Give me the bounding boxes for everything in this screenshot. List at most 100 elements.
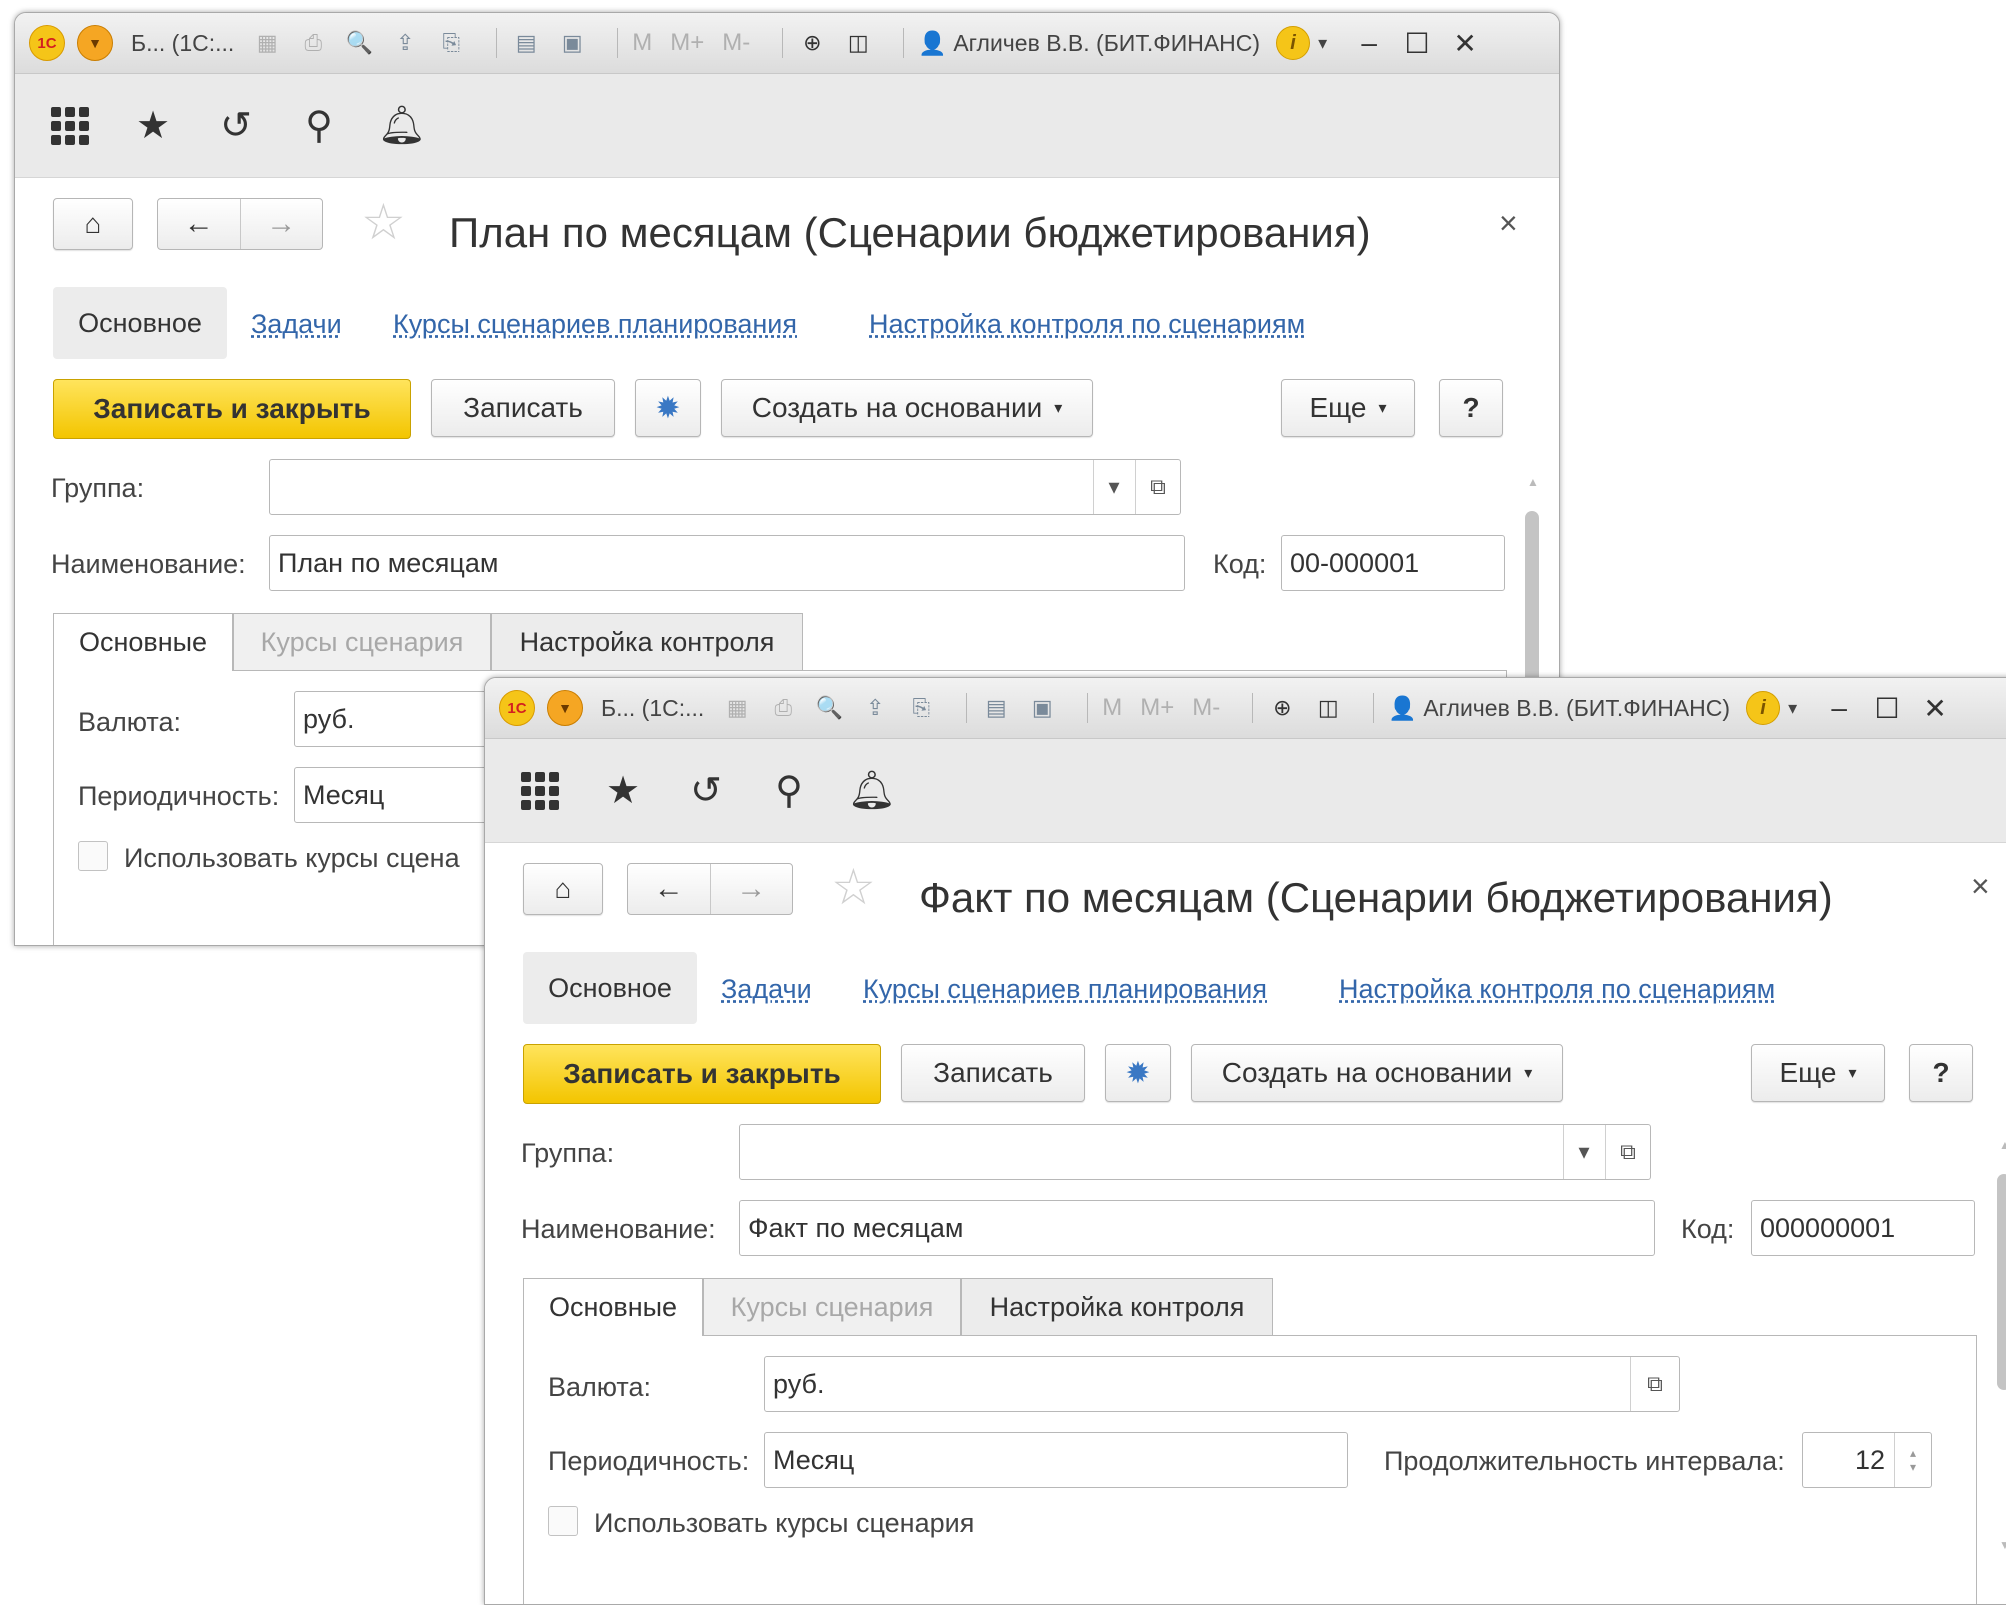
memory-mplus-button[interactable]: M+ [670, 29, 704, 57]
memory-mplus-button[interactable]: M+ [1140, 694, 1174, 722]
print-preview-icon[interactable]: 🔍 [344, 28, 374, 58]
search-icon[interactable]: ⚲ [764, 766, 814, 816]
favorite-star-icon[interactable]: ☆ [361, 193, 406, 251]
print-preview-icon[interactable]: 🔍 [814, 693, 844, 723]
save-button[interactable]: Записать [431, 379, 615, 437]
1c-logo-icon[interactable]: 1С [29, 25, 65, 61]
section-rates-link[interactable]: Курсы сценариев планирования [393, 309, 797, 340]
main-menu-icon[interactable]: ▼ [547, 690, 583, 726]
code-field[interactable]: 000000001 [1751, 1200, 1975, 1256]
section-control-link[interactable]: Настройка контроля по сценариям [1339, 974, 1775, 1005]
zoom-icon[interactable]: ⊕ [797, 28, 827, 58]
main-menu-icon[interactable]: ▼ [77, 25, 113, 61]
apps-grid-icon[interactable] [515, 766, 565, 816]
tab-main[interactable]: Основные [53, 613, 233, 671]
save-button[interactable]: Записать [901, 1044, 1085, 1102]
use-rates-checkbox[interactable] [548, 1506, 578, 1536]
favorites-star-icon[interactable]: ★ [598, 766, 648, 816]
scroll-down-icon[interactable]: ▼ [1999, 1538, 2006, 1552]
group-field[interactable]: ▾ ⧉ [739, 1124, 1651, 1180]
scan-icon[interactable]: ⎘ [436, 28, 466, 58]
more-button[interactable]: Еще ▾ [1751, 1044, 1885, 1102]
save-and-close-button[interactable]: Записать и закрыть [523, 1044, 881, 1104]
tab-control-settings[interactable]: Настройка контроля [491, 613, 803, 671]
save-and-close-button[interactable]: Записать и закрыть [53, 379, 411, 439]
close-window-icon[interactable]: ✕ [1451, 27, 1479, 60]
info-icon[interactable]: i [1746, 691, 1781, 725]
info-dropdown-icon[interactable]: ▾ [1318, 33, 1327, 54]
maximize-icon[interactable]: ☐ [1873, 692, 1901, 725]
minimize-icon[interactable]: – [1825, 692, 1853, 724]
forward-icon[interactable]: → [709, 864, 793, 914]
section-tasks-link[interactable]: Задачи [721, 974, 812, 1005]
back-icon[interactable]: ← [628, 864, 710, 914]
name-field[interactable]: Факт по месяцам [739, 1200, 1655, 1256]
back-icon[interactable]: ← [158, 199, 240, 249]
calculator-icon[interactable]: ▤ [511, 28, 541, 58]
interval-duration-field[interactable]: 12 ▴ ▾ [1802, 1432, 1932, 1488]
1c-logo-icon[interactable]: 1С [499, 690, 535, 726]
spin-up-icon[interactable]: ▴ [1910, 1446, 1916, 1460]
more-button[interactable]: Еще ▾ [1281, 379, 1415, 437]
save-disk-icon[interactable]: ▦ [252, 28, 282, 58]
section-rates-link[interactable]: Курсы сценариев планирования [863, 974, 1267, 1005]
save-disk-icon[interactable]: ▦ [722, 693, 752, 723]
name-field[interactable]: План по месяцам [269, 535, 1185, 591]
close-form-icon[interactable]: × [1971, 868, 1990, 905]
history-icon[interactable]: ↺ [681, 766, 731, 816]
calendar-icon[interactable]: ▣ [1027, 693, 1057, 723]
hint-button[interactable]: ✹ [635, 379, 701, 437]
info-dropdown-icon[interactable]: ▾ [1788, 698, 1797, 719]
close-window-icon[interactable]: ✕ [1921, 692, 1949, 725]
create-based-on-button[interactable]: Создать на основании ▾ [721, 379, 1093, 437]
calendar-icon[interactable]: ▣ [557, 28, 587, 58]
group-open-icon[interactable]: ⧉ [1605, 1125, 1650, 1179]
home-button[interactable]: ⌂ [523, 863, 603, 915]
memory-mminus-button[interactable]: M- [1192, 694, 1220, 722]
favorites-star-icon[interactable]: ★ [128, 101, 178, 151]
export-icon[interactable]: ⇪ [860, 693, 890, 723]
history-icon[interactable]: ↺ [211, 101, 261, 151]
export-icon[interactable]: ⇪ [390, 28, 420, 58]
memory-m-button[interactable]: M [632, 29, 652, 57]
help-button[interactable]: ? [1909, 1044, 1973, 1102]
panels-icon[interactable]: ◫ [843, 28, 873, 58]
group-dropdown-icon[interactable]: ▾ [1093, 460, 1134, 514]
periodicity-field[interactable]: Месяц [764, 1432, 1348, 1488]
scroll-up-icon[interactable]: ▲ [1527, 475, 1539, 489]
code-field[interactable]: 00-000001 [1281, 535, 1505, 591]
close-form-icon[interactable]: × [1499, 205, 1518, 242]
search-icon[interactable]: ⚲ [294, 101, 344, 151]
notifications-bell-icon[interactable]: 🔔︎ [847, 766, 897, 816]
home-button[interactable]: ⌂ [53, 198, 133, 250]
tab-main[interactable]: Основные [523, 1278, 703, 1336]
group-open-icon[interactable]: ⧉ [1135, 460, 1180, 514]
favorite-star-icon[interactable]: ☆ [831, 858, 876, 916]
group-dropdown-icon[interactable]: ▾ [1563, 1125, 1604, 1179]
tab-scenario-rates[interactable]: Курсы сценария [703, 1278, 961, 1336]
section-control-link[interactable]: Настройка контроля по сценариям [869, 309, 1305, 340]
vertical-scrollbar[interactable] [1997, 1174, 2006, 1390]
user-name[interactable]: 👤 Агличев В.В. (БИТ.ФИНАНС) [1388, 695, 1730, 722]
scroll-up-icon[interactable]: ▲ [1999, 1138, 2006, 1152]
help-button[interactable]: ? [1439, 379, 1503, 437]
use-rates-checkbox[interactable] [78, 841, 108, 871]
create-based-on-button[interactable]: Создать на основании ▾ [1191, 1044, 1563, 1102]
calculator-icon[interactable]: ▤ [981, 693, 1011, 723]
group-field[interactable]: ▾ ⧉ [269, 459, 1181, 515]
hint-button[interactable]: ✹ [1105, 1044, 1171, 1102]
currency-open-icon[interactable]: ⧉ [1630, 1357, 1679, 1411]
print-icon[interactable]: ⎙ [298, 28, 328, 58]
notifications-bell-icon[interactable]: 🔔︎ [377, 101, 427, 151]
print-icon[interactable]: ⎙ [768, 693, 798, 723]
section-main[interactable]: Основное [53, 287, 227, 359]
currency-field[interactable]: руб. ⧉ [764, 1356, 1680, 1412]
maximize-icon[interactable]: ☐ [1403, 27, 1431, 60]
section-main[interactable]: Основное [523, 952, 697, 1024]
scan-icon[interactable]: ⎘ [906, 693, 936, 723]
memory-m-button[interactable]: M [1102, 694, 1122, 722]
panels-icon[interactable]: ◫ [1313, 693, 1343, 723]
tab-scenario-rates[interactable]: Курсы сценария [233, 613, 491, 671]
user-name[interactable]: 👤 Агличев В.В. (БИТ.ФИНАНС) [918, 30, 1260, 57]
tab-control-settings[interactable]: Настройка контроля [961, 1278, 1273, 1336]
